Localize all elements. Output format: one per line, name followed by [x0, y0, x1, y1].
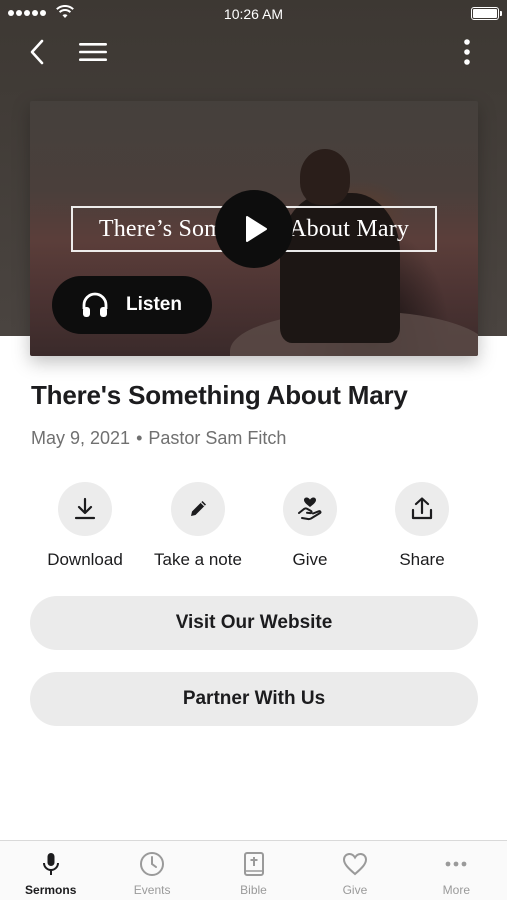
sermon-title: There's Something About Mary: [31, 380, 408, 410]
clock-icon: [140, 852, 165, 876]
chevron-left-icon: [30, 39, 44, 65]
meta-separator: •: [136, 428, 143, 448]
battery-icon: [471, 7, 502, 20]
share-action[interactable]: Share: [366, 482, 478, 570]
give-button[interactable]: [283, 482, 337, 536]
status-time: 10:26 AM: [223, 6, 284, 22]
back-button[interactable]: [22, 36, 54, 68]
play-button[interactable]: [215, 190, 293, 268]
microphone-icon: [42, 853, 59, 875]
partner-with-us-button[interactable]: Partner With Us: [30, 672, 478, 726]
download-action[interactable]: Download: [29, 482, 141, 570]
visit-website-button[interactable]: Visit Our Website: [30, 596, 478, 650]
listen-label: Listen: [126, 294, 182, 315]
tab-events-label: Events: [133, 883, 171, 897]
share-label: Share: [399, 550, 445, 569]
background-figure-head: [300, 149, 350, 205]
give-label: Give: [292, 550, 328, 569]
tab-sermons-label: Sermons: [25, 883, 77, 897]
give-action[interactable]: Give: [254, 482, 366, 570]
listen-button[interactable]: Listen: [52, 276, 212, 334]
tab-give-label: Give: [342, 883, 368, 897]
tab-events[interactable]: Events: [101, 841, 202, 900]
tab-bible-label: Bible: [240, 883, 267, 897]
download-icon: [74, 497, 96, 520]
bible-icon: [243, 852, 264, 876]
vertical-dots-icon: [464, 39, 470, 65]
share-button[interactable]: [395, 482, 449, 536]
tab-more[interactable]: More: [406, 841, 507, 900]
download-label: Download: [47, 550, 123, 569]
heart-icon: [342, 852, 367, 876]
take-note-button[interactable]: [171, 482, 225, 536]
status-bar: 10:26 AM: [0, 0, 507, 28]
pencil-icon: [191, 501, 206, 516]
sermon-speaker: Pastor Sam Fitch: [148, 428, 287, 448]
menu-button[interactable]: [76, 36, 110, 68]
play-icon: [246, 216, 267, 242]
tab-give[interactable]: Give: [304, 841, 405, 900]
sermon-media-card: There’s Something About Mary Listen: [30, 101, 478, 356]
bottom-tab-bar: Sermons Events Bible Give More: [0, 840, 507, 900]
sermon-date: May 9, 2021: [31, 428, 131, 448]
tab-sermons[interactable]: Sermons: [0, 841, 101, 900]
sermon-meta: May 9, 2021 • Pastor Sam Fitch: [31, 428, 286, 449]
share-icon: [411, 497, 433, 520]
take-note-action[interactable]: Take a note: [142, 482, 254, 570]
more-dots-icon: [445, 861, 467, 867]
tab-more-label: More: [442, 883, 470, 897]
take-note-label: Take a note: [154, 550, 242, 569]
headphones-icon: [82, 292, 108, 317]
more-options-button[interactable]: [455, 36, 479, 68]
heart-hand-icon: [298, 497, 322, 521]
hamburger-icon: [79, 43, 107, 61]
tab-bible[interactable]: Bible: [203, 841, 304, 900]
download-button[interactable]: [58, 482, 112, 536]
